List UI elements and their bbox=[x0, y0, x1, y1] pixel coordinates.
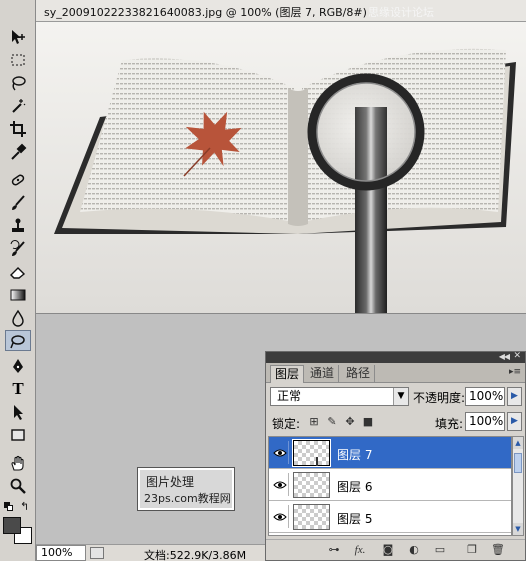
canvas-image bbox=[36, 22, 526, 313]
status-bar: 100% 文档:522.9K/3.86M bbox=[36, 544, 266, 561]
link-icon[interactable]: ⊶ bbox=[326, 543, 342, 557]
clone-stamp-tool-icon[interactable] bbox=[5, 215, 31, 236]
fill-slider-arrow-icon[interactable]: ▶ bbox=[507, 412, 522, 431]
adjustment-icon[interactable]: ◐ bbox=[406, 543, 422, 557]
crop-tool-icon[interactable] bbox=[5, 118, 31, 139]
layers-panel: ◀◀ ✕ 图层 通道 路径 ▸≡ 正常 ▼ 不透明度: 100% ▶ 锁定: ⊞… bbox=[265, 351, 526, 561]
watermark-line1: 图片处理 bbox=[146, 475, 195, 489]
blend-mode-select[interactable]: 正常 ▼ bbox=[270, 387, 409, 406]
document-title-bar: sy_20091022233821640083.jpg @ 100% (图层 7… bbox=[36, 0, 526, 22]
lock-label: 锁定: bbox=[272, 417, 301, 431]
mask-icon[interactable]: ◙ bbox=[380, 543, 396, 557]
layer-thumbnail bbox=[293, 472, 330, 498]
healing-brush-tool-icon[interactable] bbox=[5, 169, 31, 190]
status-info-icon[interactable] bbox=[90, 547, 104, 559]
layer-name: 图层 5 bbox=[337, 512, 373, 526]
blur-tool-icon[interactable] bbox=[5, 307, 31, 328]
lock-all-icon[interactable]: ■ bbox=[362, 416, 374, 428]
tab-layers[interactable]: 图层 bbox=[270, 365, 305, 383]
zoom-tool-icon[interactable] bbox=[5, 475, 31, 496]
site-watermark: 思缘设计论坛 bbox=[368, 6, 434, 19]
foreground-color-swatch[interactable] bbox=[3, 517, 21, 534]
lock-row: 锁定: ⊞ ✎ ✥ ■ 填充: 100% ▶ bbox=[266, 410, 525, 434]
new-layer-icon[interactable]: ❐ bbox=[464, 543, 480, 557]
layer-name: 图层 6 bbox=[337, 480, 373, 494]
fx-icon[interactable]: fx. bbox=[352, 543, 368, 557]
fill-label: 填充: bbox=[435, 417, 464, 431]
tab-channels[interactable]: 通道 bbox=[306, 365, 340, 383]
gradient-tool-icon[interactable] bbox=[5, 284, 31, 305]
panel-tabs: 图层 通道 路径 ▸≡ bbox=[266, 363, 525, 383]
layer-row[interactable]: 图层 7 bbox=[269, 437, 511, 469]
type-tool-label: T bbox=[12, 378, 24, 398]
hand-tool-icon[interactable] bbox=[5, 452, 31, 473]
eyedropper-tool-icon[interactable] bbox=[5, 141, 31, 162]
layer-thumbnail bbox=[293, 504, 330, 530]
lock-pixels-icon[interactable]: ✎ bbox=[326, 416, 338, 428]
opacity-input[interactable]: 100% bbox=[465, 387, 505, 406]
toolbox: T ↰ bbox=[0, 0, 36, 561]
scroll-up-icon[interactable]: ▲ bbox=[513, 437, 523, 449]
eraser-tool-icon[interactable] bbox=[5, 261, 31, 282]
dodge-tool-icon[interactable] bbox=[5, 330, 31, 351]
shape-tool-icon[interactable] bbox=[5, 424, 31, 445]
type-tool-icon[interactable]: T bbox=[5, 378, 31, 399]
visibility-eye-icon[interactable] bbox=[271, 473, 289, 496]
fill-input[interactable]: 100% bbox=[465, 412, 505, 431]
lock-transparency-icon[interactable]: ⊞ bbox=[308, 416, 320, 428]
document-title: sy_20091022233821640083.jpg @ 100% (图层 7… bbox=[44, 6, 367, 19]
layer-name: 图层 7 bbox=[337, 448, 373, 462]
scroll-thumb[interactable] bbox=[514, 453, 522, 473]
layer-list: 图层 7 图层 6 图层 5 bbox=[268, 436, 512, 536]
layer-list-scrollbar[interactable]: ▲ ▼ bbox=[512, 436, 524, 536]
opacity-label: 不透明度: bbox=[413, 391, 466, 405]
layer-row[interactable]: 图层 6 bbox=[269, 469, 511, 501]
swap-colors-icon[interactable]: ↰ bbox=[20, 500, 29, 513]
pen-tool-icon[interactable] bbox=[5, 355, 31, 376]
document-info[interactable]: 文档:522.9K/3.86M bbox=[144, 547, 246, 561]
magic-wand-tool-icon[interactable] bbox=[5, 95, 31, 116]
history-brush-tool-icon[interactable] bbox=[5, 238, 31, 259]
marquee-tool-icon[interactable] bbox=[5, 49, 31, 70]
opacity-slider-arrow-icon[interactable]: ▶ bbox=[507, 387, 522, 406]
layer-row[interactable]: 图层 5 bbox=[269, 501, 511, 533]
chevron-down-icon: ▼ bbox=[393, 388, 408, 405]
panel-bottom-bar: ⊶ fx. ◙ ◐ ▭ ❐ 🗑 bbox=[266, 539, 525, 560]
close-panel-icon[interactable]: ✕ bbox=[513, 351, 521, 361]
group-icon[interactable]: ▭ bbox=[432, 543, 448, 557]
scroll-down-icon[interactable]: ▼ bbox=[513, 523, 523, 535]
layer-thumbnail bbox=[293, 440, 330, 466]
tab-paths[interactable]: 路径 bbox=[342, 365, 376, 383]
lock-position-icon[interactable]: ✥ bbox=[344, 416, 356, 428]
watermark-line2: 23ps.com教程网 bbox=[144, 492, 231, 505]
visibility-eye-icon[interactable] bbox=[271, 441, 289, 464]
watermark-stamp: 图片处理 23ps.com教程网 bbox=[137, 467, 235, 511]
trash-icon[interactable]: 🗑 bbox=[490, 543, 506, 557]
collapse-panel-icon[interactable]: ◀◀ bbox=[499, 352, 510, 361]
default-colors-icon[interactable] bbox=[4, 502, 14, 512]
path-selection-tool-icon[interactable] bbox=[5, 401, 31, 422]
panel-menu-icon[interactable]: ▸≡ bbox=[509, 367, 521, 377]
lasso-tool-icon[interactable] bbox=[5, 72, 31, 93]
visibility-eye-icon[interactable] bbox=[271, 505, 289, 528]
zoom-field[interactable]: 100% bbox=[36, 545, 86, 561]
document-canvas[interactable] bbox=[36, 22, 526, 314]
blend-mode-value: 正常 bbox=[277, 389, 302, 403]
panel-header-strip: ◀◀ ✕ bbox=[266, 351, 525, 363]
move-tool-icon[interactable] bbox=[5, 26, 31, 47]
brush-tool-icon[interactable] bbox=[5, 192, 31, 213]
